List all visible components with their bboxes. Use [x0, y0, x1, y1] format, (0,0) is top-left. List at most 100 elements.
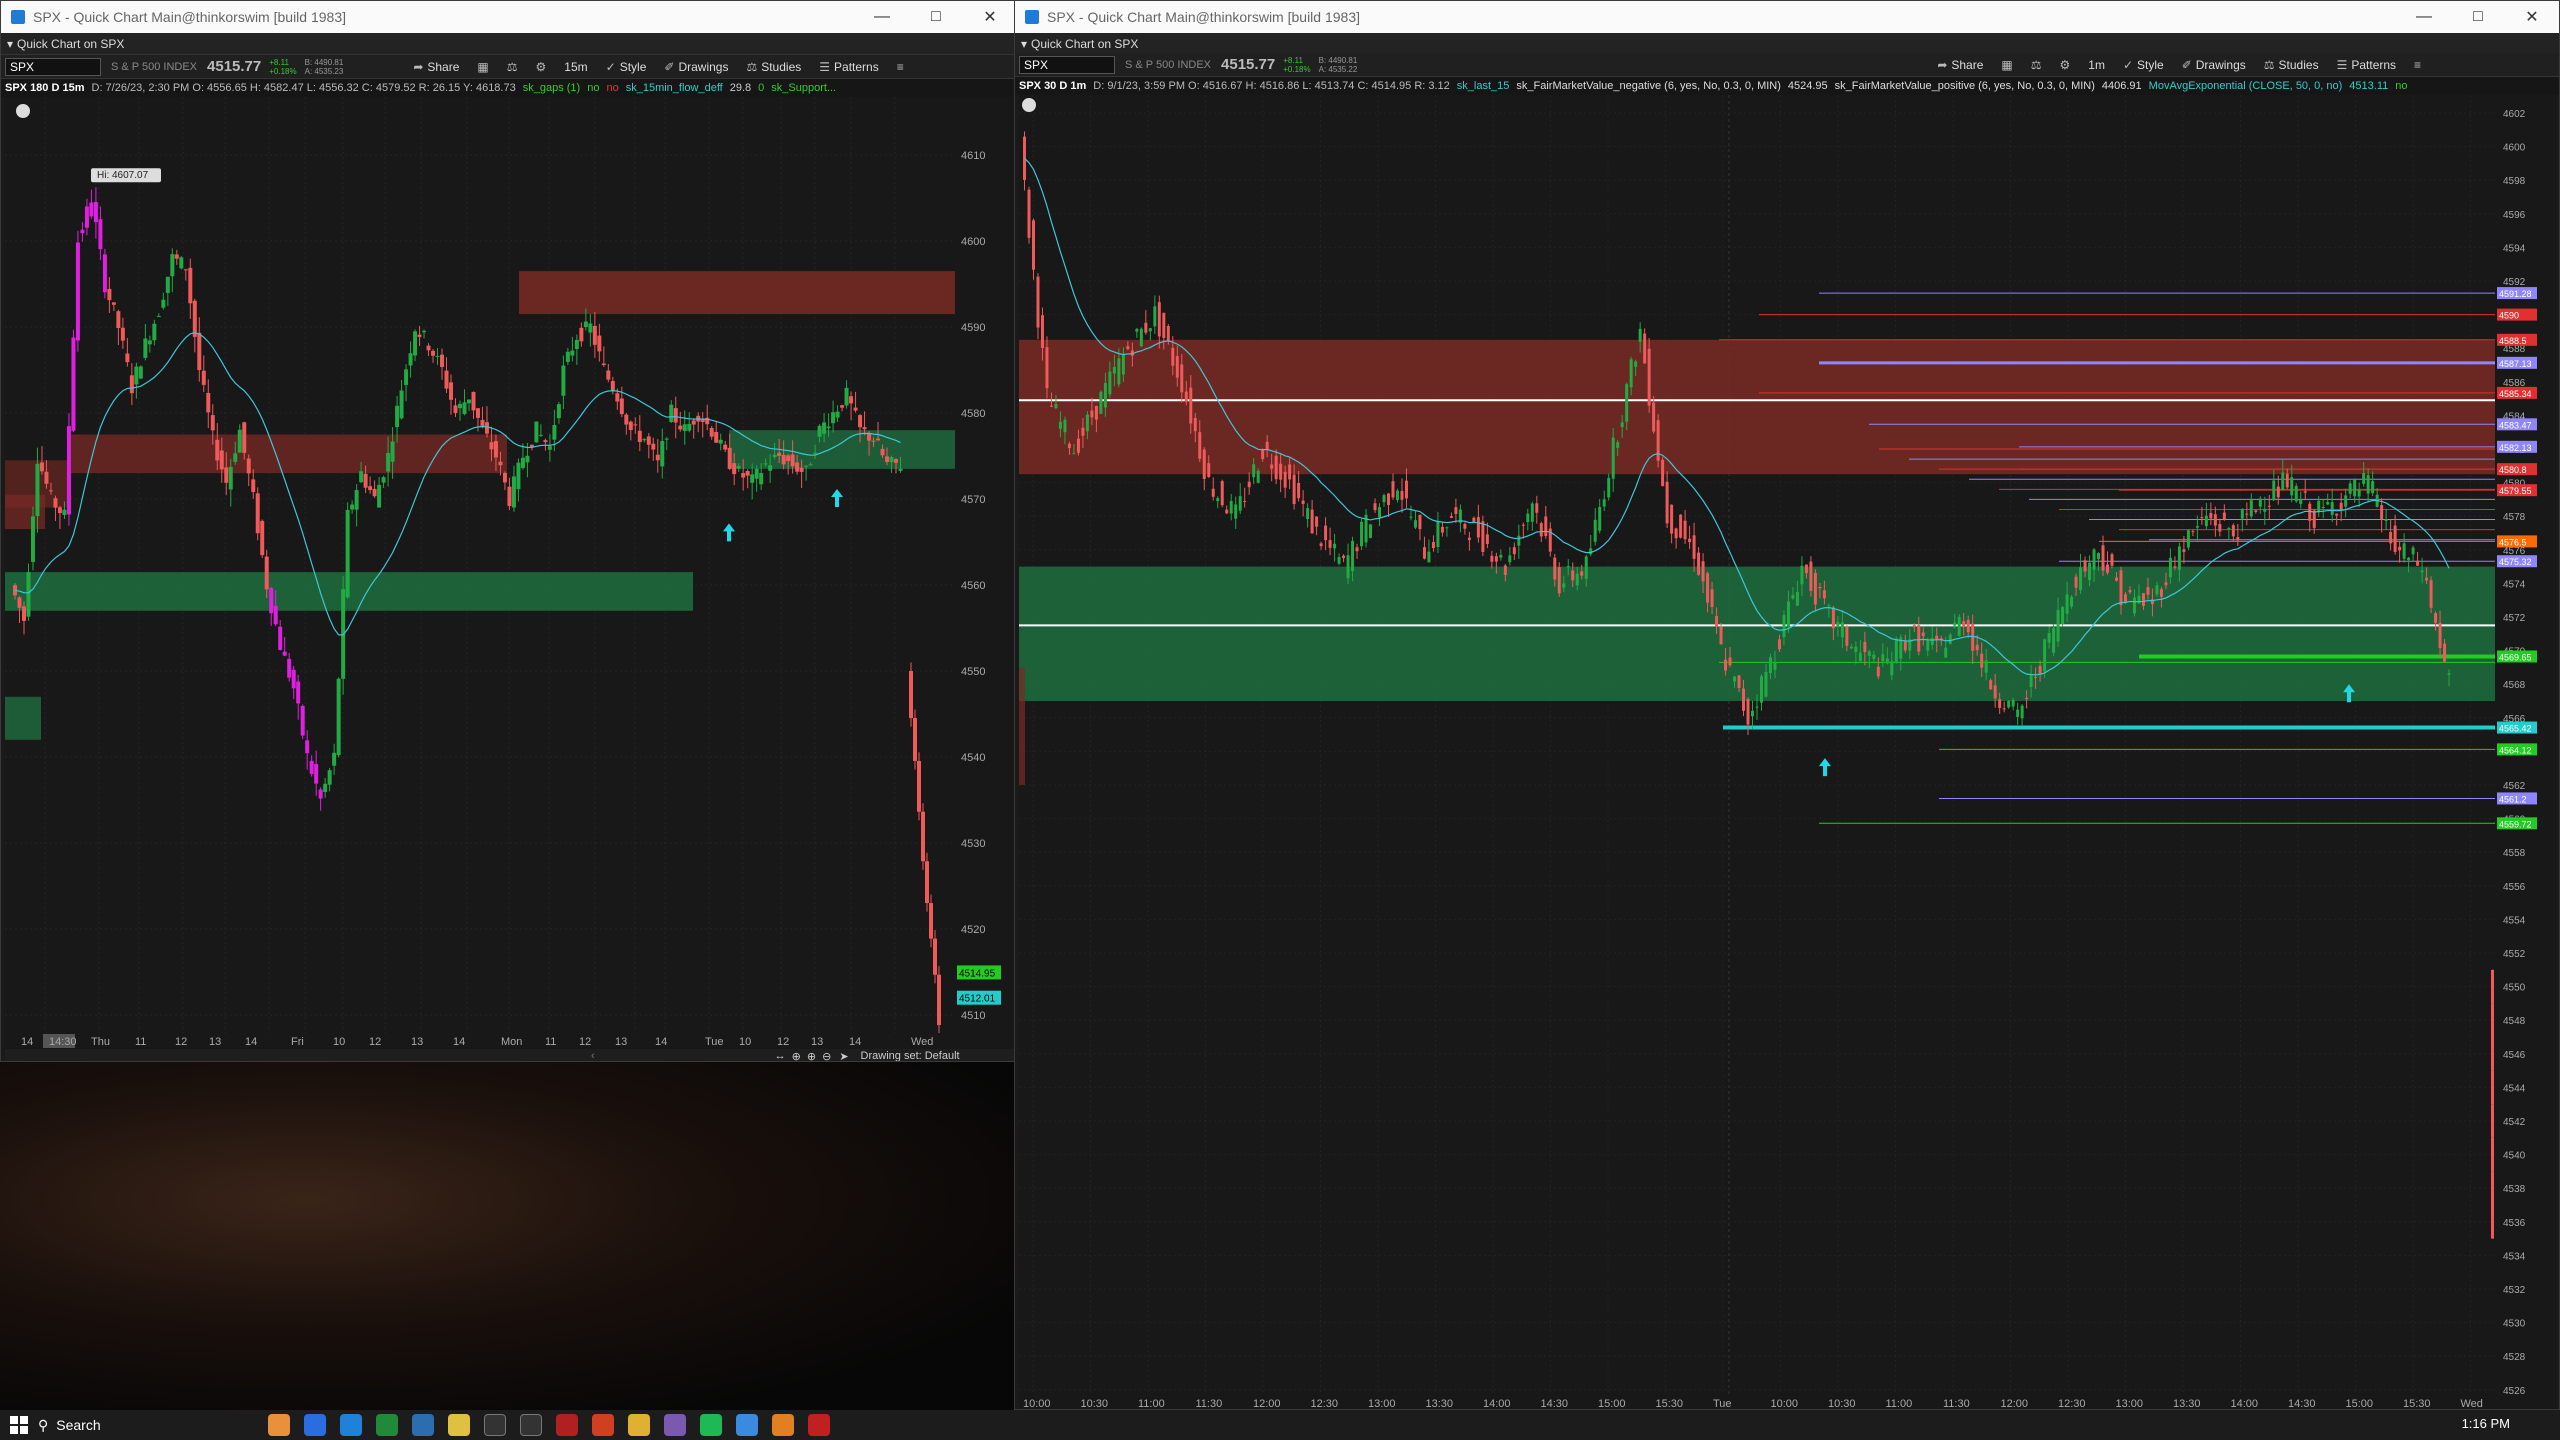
close-icon[interactable]: ✕ — [963, 1, 1017, 33]
price-tick: 4528 — [2503, 1352, 2526, 1363]
candle — [2043, 639, 2047, 672]
patterns-icon: ☰ — [2336, 57, 2348, 72]
chrome-icon[interactable] — [448, 1414, 470, 1436]
left-style-button[interactable]: ✓ Style — [606, 60, 647, 74]
right-price-axis-svg: 4602460045984596459445924590458845864584… — [2497, 109, 2537, 1397]
right-last-price: 4515.77 — [1221, 56, 1276, 73]
app-icon-3[interactable] — [556, 1414, 578, 1436]
candle — [1422, 547, 1426, 559]
cursor-icon[interactable]: ➤ — [839, 1050, 848, 1062]
app-icon-1[interactable] — [304, 1414, 326, 1436]
right-time-axis[interactable]: 10:00 10:30 11:00 11:30 12:00 12:30 13:00 13:30… — [1019, 1395, 2557, 1409]
scroll-left-icon[interactable]: ‹ — [591, 1050, 595, 1061]
candle — [2047, 632, 2051, 643]
candle — [1193, 417, 1197, 432]
right-menu-button[interactable]: ≡ — [2414, 58, 2421, 72]
minimize-icon[interactable]: — — [855, 1, 909, 33]
left-menu-button[interactable]: ≡ — [897, 60, 904, 74]
candle — [2285, 473, 2289, 488]
candle — [538, 434, 543, 436]
candle — [894, 458, 899, 463]
chevron-down-icon[interactable]: ▾ — [7, 37, 13, 51]
close-icon[interactable]: ✕ — [2505, 1, 2559, 33]
zoom-out-icon[interactable]: ⊖ — [822, 1050, 831, 1062]
taskbar-search[interactable]: ⚲ Search — [38, 1417, 238, 1434]
right-layout-button[interactable]: ▦ — [2001, 58, 2012, 72]
left-timeframe-button[interactable]: 15m — [564, 60, 587, 74]
right-price-axis[interactable]: 4602460045984596459445924590458845864584… — [2495, 95, 2557, 1397]
taskbar-clock[interactable]: 1:16 PM — [2462, 1416, 2510, 1431]
brave-icon[interactable] — [592, 1414, 614, 1436]
pan-icon[interactable]: ↔ — [775, 1050, 786, 1061]
drawing-set-label[interactable]: Drawing set: Default — [861, 1050, 960, 1061]
right-symbol-input[interactable]: SPX — [1019, 55, 1115, 74]
candle — [228, 466, 233, 490]
left-flask-button[interactable]: ⚖ — [507, 60, 518, 74]
right-share-button[interactable]: ➦ Share — [1937, 58, 1983, 72]
spotify-icon[interactable] — [700, 1414, 722, 1436]
left-patterns-button[interactable]: ☰ Patterns — [819, 60, 878, 74]
left-scroll-bar[interactable]: ‹ ↔ ⊕ ⊕ ⊖ ➤ Drawing set: Default — [5, 1049, 1015, 1062]
candle — [2249, 500, 2253, 517]
left-price-plot[interactable]: Hi: 4607.07 — [5, 97, 955, 1033]
left-drawings-button[interactable]: ✐ Drawings — [664, 60, 728, 74]
candle — [484, 422, 489, 434]
left-symbol-input[interactable]: SPX — [5, 57, 101, 76]
candle — [264, 556, 269, 590]
zoom-in-icon[interactable]: ⊕ — [807, 1050, 816, 1062]
right-settings-button[interactable]: ⚙ — [2060, 58, 2071, 72]
terminal-icon[interactable] — [484, 1414, 506, 1436]
candle — [655, 454, 660, 461]
time-tick: 12 — [777, 1036, 789, 1048]
app-icon-2[interactable] — [520, 1414, 542, 1436]
excel-icon[interactable] — [376, 1414, 398, 1436]
calculator-icon[interactable] — [412, 1414, 434, 1436]
right-drawings-button[interactable]: ✐ Drawings — [2182, 58, 2246, 72]
crosshair-icon[interactable]: ⊕ — [792, 1050, 801, 1062]
folder-icon[interactable] — [628, 1414, 650, 1436]
candle — [1247, 481, 1251, 488]
right-flask-button[interactable]: ⚖ — [2031, 58, 2042, 72]
candle — [606, 370, 611, 380]
candle — [1715, 616, 1719, 627]
left-share-button[interactable]: ➦ Share — [413, 60, 459, 74]
candle — [2434, 613, 2438, 623]
left-settings-button[interactable]: ⚙ — [536, 60, 547, 74]
candle — [395, 405, 400, 428]
right-patterns-button[interactable]: ☰ Patterns — [2337, 58, 2396, 72]
right-price-plot[interactable] — [1019, 95, 2495, 1395]
right-chart-head: SPX 30 D 1m — [1019, 80, 1087, 92]
candle — [624, 414, 629, 425]
price-tick: 4596 — [2503, 210, 2526, 221]
candle — [422, 330, 427, 333]
right-style-button[interactable]: ✓ Style — [2123, 58, 2164, 72]
candle — [2299, 499, 2303, 504]
price-tick: 4580 — [961, 408, 985, 420]
candle — [1746, 699, 1750, 725]
maximize-icon[interactable]: □ — [909, 1, 963, 33]
right-bid: B: 4490.81 — [1318, 55, 1358, 65]
left-studies-button[interactable]: ⚖ Studies — [746, 60, 801, 74]
app-icon-5[interactable] — [808, 1414, 830, 1436]
edge-icon[interactable] — [340, 1414, 362, 1436]
right-timeframe-button[interactable]: 1m — [2088, 58, 2105, 72]
candle — [1607, 478, 1611, 498]
left-time-axis[interactable]: 14 14:30 Thu 11 12 13 14 Fri 10 12 13 14 Mon 11 12 13 14… — [5, 1033, 1015, 1049]
left-layout-button[interactable]: ▦ — [477, 60, 488, 74]
maximize-icon[interactable]: □ — [2451, 1, 2505, 33]
windows-start-icon[interactable] — [10, 1416, 28, 1434]
candle — [2393, 525, 2397, 552]
candle — [669, 404, 674, 422]
left-price-axis[interactable]: 4610 4600 4590 4580 4570 4560 4550 4540 4530 4520… — [955, 97, 1015, 1033]
widget-icon[interactable] — [268, 1414, 290, 1436]
chrome-icon-2[interactable] — [736, 1414, 758, 1436]
right-chart-svg — [1019, 95, 2495, 1395]
right-chart-window: SPX - Quick Chart Main@thinkorswim [buil… — [1014, 0, 2560, 1410]
right-studies-button[interactable]: ⚖ Studies — [2264, 58, 2319, 72]
app-icon-4[interactable] — [664, 1414, 686, 1436]
chevron-down-icon[interactable]: ▾ — [1021, 37, 1027, 51]
minimize-icon[interactable]: — — [2397, 1, 2451, 33]
candle — [152, 323, 157, 341]
thinkorswim-icon[interactable] — [772, 1414, 794, 1436]
candle — [889, 457, 894, 463]
